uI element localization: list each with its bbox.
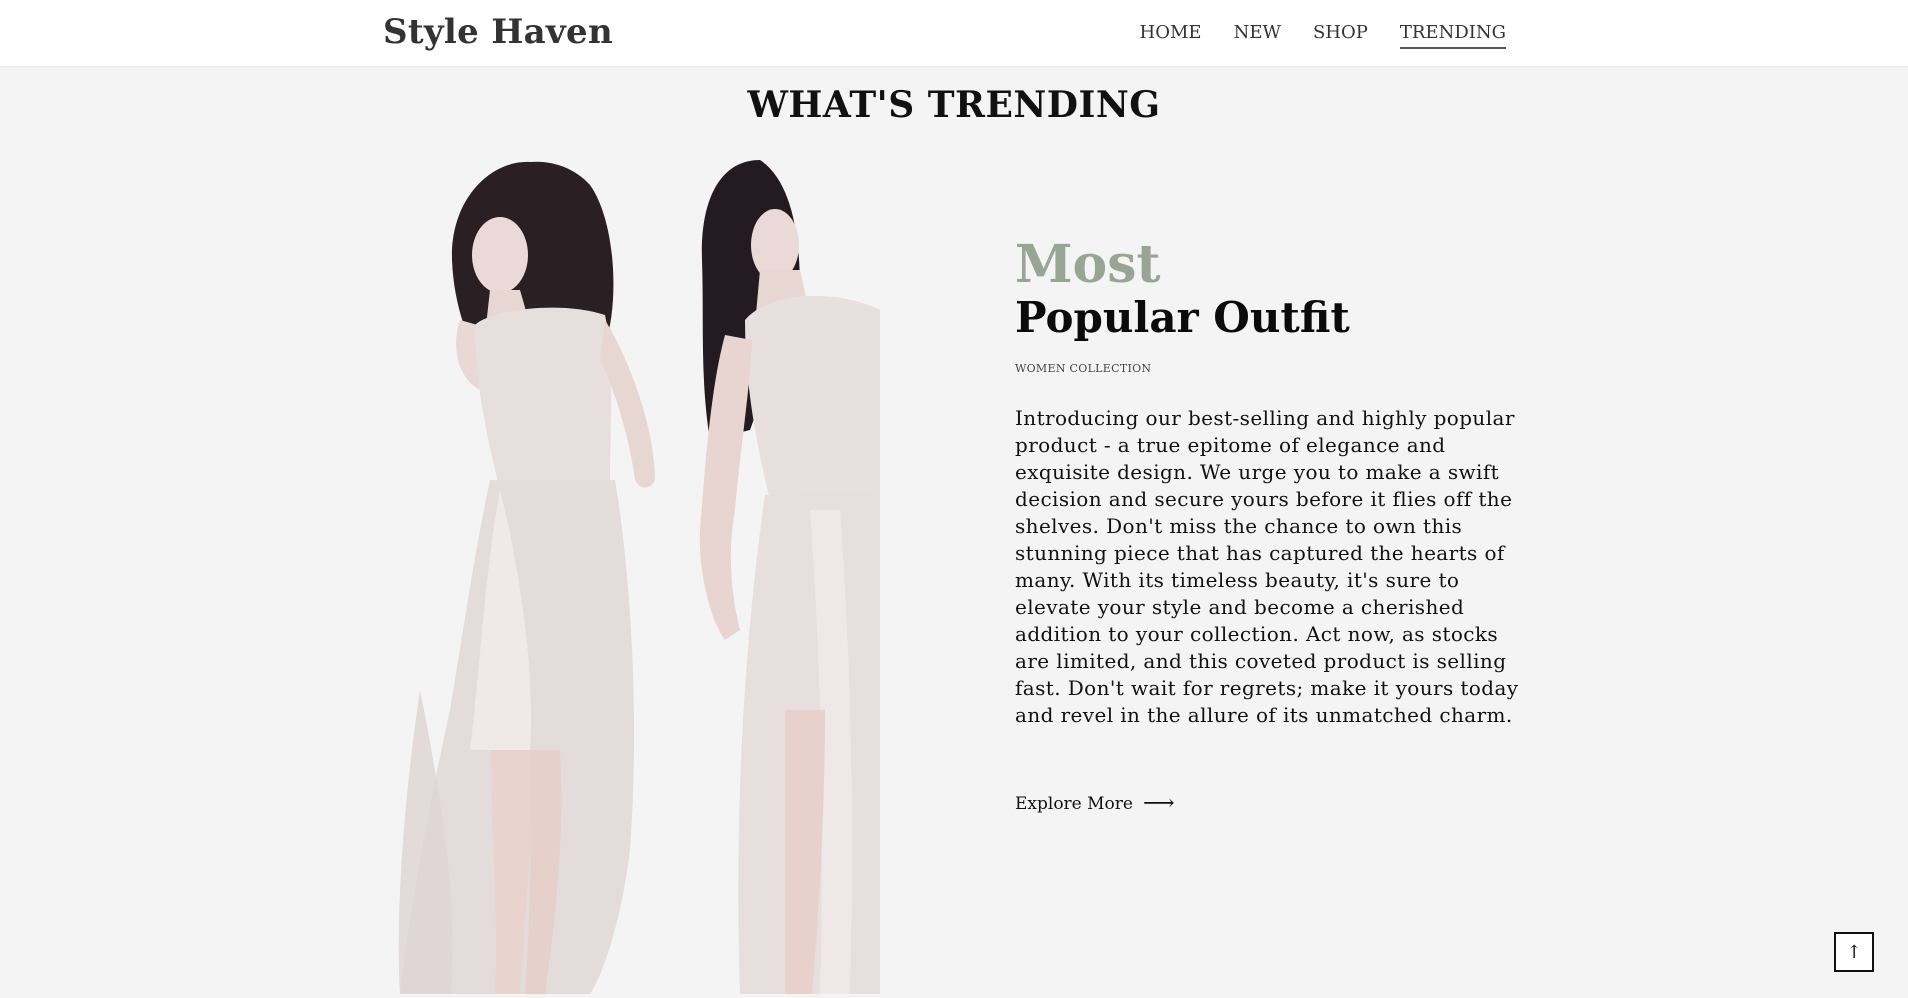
arrow-right-icon: ⟶	[1142, 791, 1175, 816]
arrow-up-icon: ↑	[1846, 941, 1862, 963]
feature-description: Introducing our best-selling and highly …	[1015, 406, 1519, 727]
nav-item-shop[interactable]: SHOP	[1313, 22, 1368, 49]
nav-item-trending[interactable]: TRENDING	[1399, 22, 1506, 49]
nav-item-home[interactable]: HOME	[1140, 22, 1202, 49]
model-left-figure	[398, 161, 655, 994]
top-navigation-bar: Style Haven HOME NEW SHOP TRENDING	[0, 0, 1908, 66]
feature-eyebrow: Most	[1015, 234, 1161, 295]
section-title: WHAT'S TRENDING	[747, 84, 1161, 127]
explore-more-button[interactable]: Explore More ⟶	[1015, 793, 1175, 815]
main-nav: HOME NEW SHOP TRENDING	[1140, 22, 1506, 49]
feature-subhead: WOMEN COLLECTION	[1015, 362, 1152, 375]
nav-item-new[interactable]: NEW	[1234, 22, 1281, 49]
brand-logo[interactable]: Style Haven	[383, 12, 613, 52]
model-right-figure	[699, 160, 880, 994]
feature-headline: Popular Outfit	[1015, 293, 1350, 342]
explore-more-label: Explore More	[1015, 794, 1133, 814]
feature-content: Most Popular Outfit WOMEN COLLECTION Int…	[1015, 236, 1525, 815]
back-to-top-button[interactable]: ↑	[1834, 932, 1874, 972]
trending-outfit-image	[380, 150, 940, 994]
